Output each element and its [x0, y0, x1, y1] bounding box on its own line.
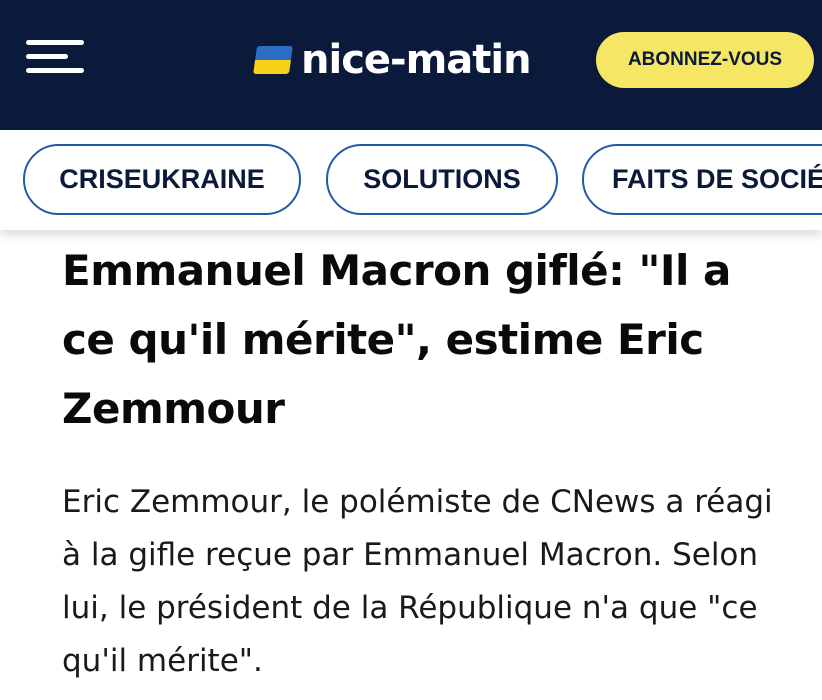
site-logo[interactable]: nice-matin — [253, 30, 532, 90]
article-headline: Emmanuel Macron giflé: "Il a ce qu'il mé… — [62, 246, 731, 433]
tag-faits-de-societe[interactable]: FAITS DE SOCIÉTÉ — [582, 144, 822, 215]
tag-criseukraine[interactable]: CRISEUKRAINE — [23, 144, 301, 215]
flag-stripe-bottom — [253, 60, 291, 74]
topic-tags-bar: CRISEUKRAINE SOLUTIONS FAITS DE SOCIÉTÉ — [0, 130, 822, 230]
flag-stripe-top — [255, 46, 293, 60]
subscribe-button[interactable]: ABONNEZ-VOUS — [596, 32, 814, 88]
menu-bar — [26, 40, 84, 45]
site-header: nice-matin ABONNEZ-VOUS — [0, 0, 822, 130]
menu-bar — [26, 68, 84, 73]
hamburger-menu-icon[interactable] — [26, 38, 86, 78]
menu-bar — [26, 54, 68, 59]
logo-text: nice-matin — [301, 37, 532, 83]
ukraine-flag-icon — [253, 46, 293, 74]
tag-solutions[interactable]: SOLUTIONS — [326, 144, 558, 215]
article-lead: Eric Zemmour, le polémiste de CNews a ré… — [62, 484, 773, 679]
